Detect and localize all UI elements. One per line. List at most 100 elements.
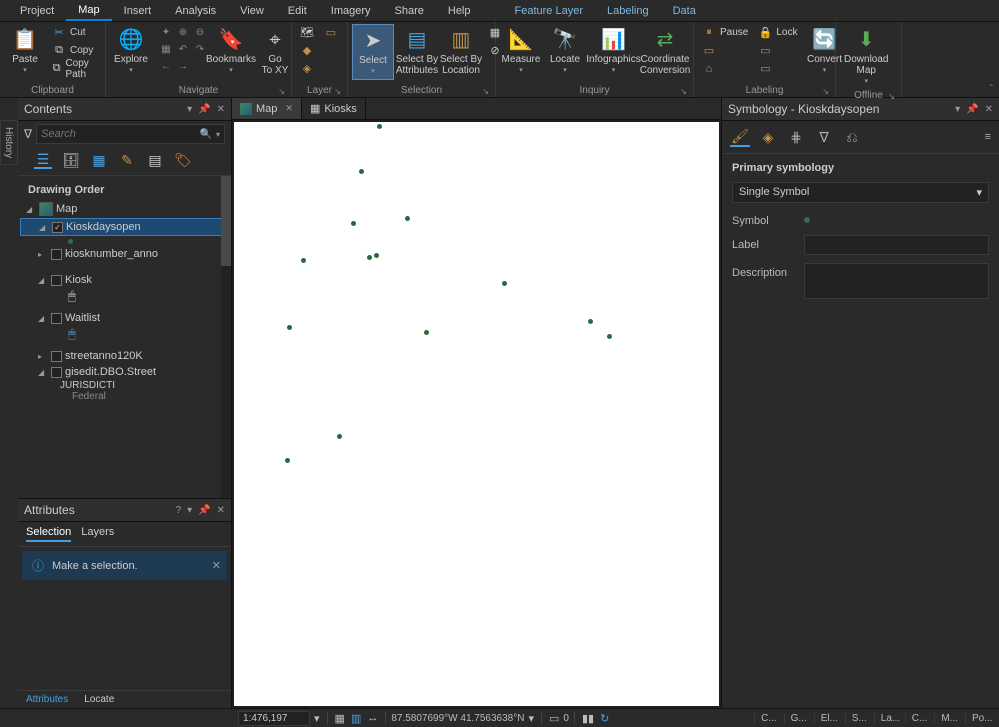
basemap-button[interactable]: 🗺 [296, 24, 318, 41]
bookmarks-button[interactable]: 🔖 Bookmarks▾ [210, 24, 252, 78]
sym-tab-primary-icon[interactable]: 🖌 [730, 127, 750, 147]
map-point[interactable] [377, 124, 382, 129]
copy-path-button[interactable]: ⧉Copy Path [48, 60, 101, 77]
map-node[interactable]: ◢ Map [20, 200, 229, 218]
contents-pin-icon[interactable]: 📌 [198, 104, 210, 115]
map-point[interactable] [367, 255, 372, 260]
search-go-icon[interactable]: 🔍 [200, 129, 212, 140]
layer-checkbox[interactable] [51, 367, 62, 378]
list-by-labeling-icon[interactable]: 🏷 [174, 151, 192, 169]
copy-button[interactable]: ⧉Copy [48, 42, 101, 59]
map-point[interactable] [424, 330, 429, 335]
filter-icon[interactable]: ∇ [24, 127, 32, 141]
contents-search-input[interactable] [41, 128, 200, 140]
layer-checkbox[interactable] [51, 313, 62, 324]
sym-tab-filter-icon[interactable]: ∇ [814, 127, 834, 147]
view-mode-table-icon[interactable]: ▦ [333, 712, 347, 725]
tab-close-icon[interactable]: ✕ [285, 103, 293, 114]
status-refresh-icon[interactable]: ↻ [598, 712, 611, 725]
symbology-swatch[interactable] [804, 217, 810, 223]
attributes-tab-layers[interactable]: Layers [81, 526, 114, 542]
map-point[interactable] [287, 325, 292, 330]
menu-share[interactable]: Share [383, 2, 436, 20]
goto-xy-button[interactable]: ⌖ Go To XY [254, 24, 296, 78]
download-map-button[interactable]: ⬇Download Map▾ [840, 24, 892, 89]
lock-labels-button[interactable]: 🔒Lock [754, 24, 801, 41]
list-by-snapping-icon[interactable]: ▤ [146, 151, 164, 169]
sym-tab-advanced-icon[interactable]: ⎌ [842, 127, 862, 147]
infographics-button[interactable]: 📊Infographics▾ [588, 24, 639, 78]
list-by-selection-icon[interactable]: ▦ [90, 151, 108, 169]
banner-close-icon[interactable]: ✕ [212, 559, 221, 572]
attributes-help-icon[interactable]: ? [176, 505, 182, 516]
sym-tab-vary-icon[interactable]: ◈ [758, 127, 778, 147]
contents-close-icon[interactable]: ✕ [217, 104, 225, 115]
layer-checkbox[interactable] [52, 222, 63, 233]
view-unplaced-button[interactable]: ▭ [698, 42, 752, 59]
coords-drop-icon[interactable]: ▾ [526, 712, 536, 725]
attributes-tab-selection[interactable]: Selection [26, 526, 71, 542]
view-mode-map-icon[interactable]: ▥ [349, 712, 363, 725]
map-point[interactable] [405, 216, 410, 221]
prev-extent-icon[interactable]: ↶ [175, 41, 191, 57]
layer-kioskdaysopen[interactable]: ◢ Kioskdaysopen [20, 218, 229, 236]
map-point[interactable] [351, 221, 356, 226]
zoom-in-icon[interactable]: ⊕ [175, 24, 191, 40]
cut-button[interactable]: ✂Cut [48, 24, 101, 41]
bottom-tab-attributes[interactable]: Attributes [18, 691, 76, 708]
attributes-pin-icon[interactable]: 📌 [198, 505, 210, 516]
symbology-menu-icon[interactable]: ▾ [955, 104, 960, 115]
list-by-drawing-order-icon[interactable]: ☰ [34, 151, 52, 169]
map-point[interactable] [588, 319, 593, 324]
map-point[interactable] [285, 458, 290, 463]
coord-conversion-button[interactable]: ⇄Coordinate Conversion [641, 24, 689, 78]
status-pause-icon[interactable]: ▮▮ [580, 712, 596, 725]
layer-symbol-mouse[interactable]: 🖱 [20, 288, 229, 304]
layer-checkbox[interactable] [51, 351, 62, 362]
offline-launcher[interactable]: ↘ [888, 92, 895, 101]
label-opt-3[interactable]: ▭ [754, 60, 801, 77]
layer-waitlist[interactable]: ◢ Waitlist [20, 310, 229, 326]
menu-data[interactable]: Data [661, 2, 708, 20]
layer-launcher[interactable]: ↘ [334, 87, 341, 96]
add-data-button[interactable]: ◆ [296, 42, 318, 59]
scale-drop-icon[interactable]: ▾ [312, 712, 322, 725]
measure-button[interactable]: 📐Measure▾ [500, 24, 542, 78]
labeling-launcher[interactable]: ↘ [822, 87, 829, 96]
more-labeling-button[interactable]: ⌂ [698, 60, 752, 77]
contents-menu-icon[interactable]: ▾ [187, 104, 192, 115]
status-right-tab[interactable]: M... [934, 713, 964, 724]
menu-insert[interactable]: Insert [112, 2, 164, 20]
snap-icon[interactable]: ↔ [365, 712, 380, 724]
list-by-editing-icon[interactable]: ✎ [118, 151, 136, 169]
layer-kiosknumber-anno[interactable]: ▸ kiosknumber_anno [20, 246, 229, 262]
symbology-close-icon[interactable]: ✕ [985, 104, 993, 115]
map-point[interactable] [301, 258, 306, 263]
layer-checkbox[interactable] [51, 249, 62, 260]
menu-project[interactable]: Project [8, 2, 66, 20]
explore-button[interactable]: 🌐 Explore▾ [110, 24, 152, 78]
toc-scrollbar[interactable] [221, 176, 231, 498]
map-point[interactable] [359, 169, 364, 174]
ribbon-collapse-icon[interactable]: ˆ [990, 84, 993, 95]
menu-edit[interactable]: Edit [276, 2, 319, 20]
menu-labeling[interactable]: Labeling [595, 2, 661, 20]
map-point[interactable] [374, 253, 379, 258]
status-right-tab[interactable]: C... [905, 713, 934, 724]
select-button[interactable]: ➤ Select▾ [352, 24, 394, 80]
status-right-tab[interactable]: C... [754, 713, 783, 724]
select-by-location-button[interactable]: ▥ Select By Location [440, 24, 482, 78]
layer-symbol-dot[interactable] [20, 236, 229, 246]
menu-imagery[interactable]: Imagery [319, 2, 383, 20]
menu-feature-layer[interactable]: Feature Layer [503, 2, 595, 20]
select-by-attributes-button[interactable]: ▤ Select By Attributes [396, 24, 438, 78]
navigate-launcher[interactable]: ↘ [278, 87, 285, 96]
search-drop-icon[interactable]: ▾ [216, 130, 220, 139]
list-by-source-icon[interactable]: 🗄 [62, 151, 80, 169]
scale-input[interactable] [238, 711, 310, 726]
layer-symbol-mouse-blue[interactable]: 🖱 [20, 326, 229, 342]
sym-tab-scales-icon[interactable]: ⋕ [786, 127, 806, 147]
add-preset-button[interactable]: ◈ [296, 60, 318, 77]
menu-view[interactable]: View [228, 2, 276, 20]
pause-labels-button[interactable]: ⏸Pause [698, 24, 752, 41]
